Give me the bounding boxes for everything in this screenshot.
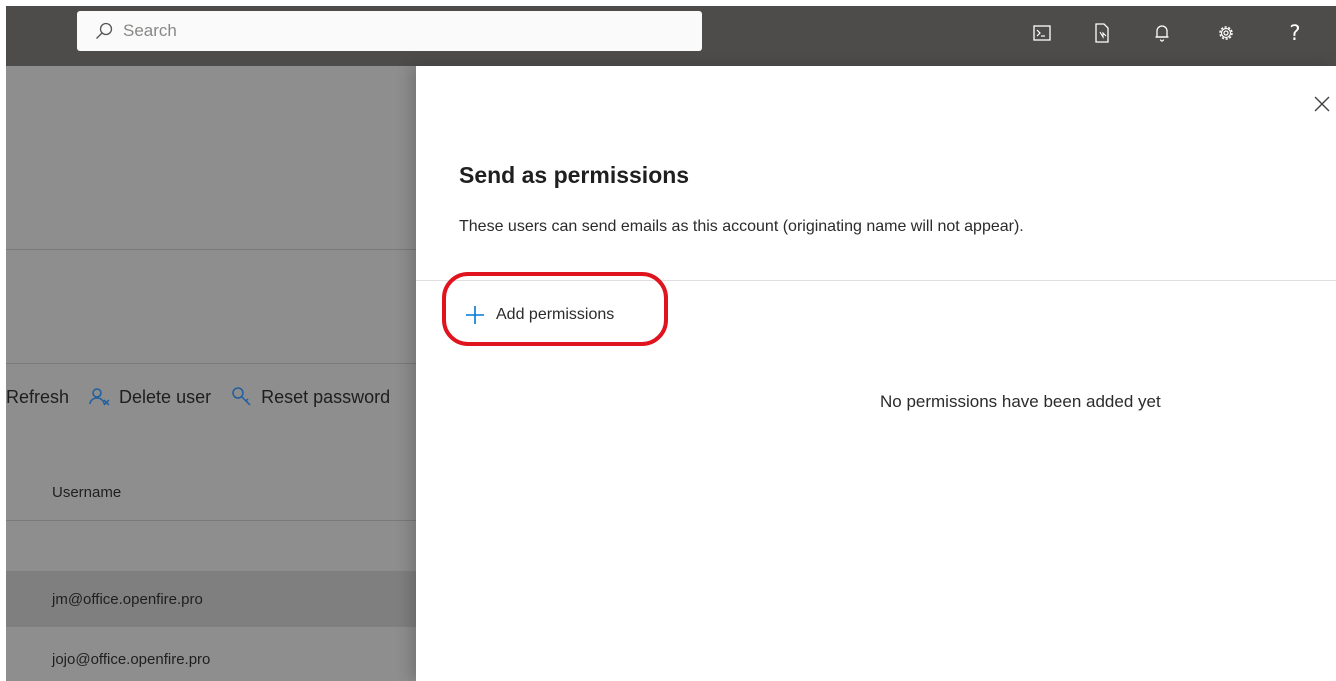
search-input[interactable] — [121, 20, 645, 42]
top-bar: ? — [6, 6, 1336, 66]
plus-icon — [464, 304, 496, 326]
delete-user-icon — [89, 387, 119, 407]
column-header-username[interactable]: Username — [52, 484, 121, 501]
search-box[interactable] — [77, 11, 702, 51]
bell-icon[interactable] — [1151, 22, 1173, 44]
divider — [6, 363, 416, 364]
refresh-button[interactable]: Refresh — [6, 387, 69, 408]
delete-user-button[interactable]: Delete user — [89, 387, 211, 408]
send-as-permissions-panel: Send as permissions These users can send… — [416, 66, 1336, 681]
table-row[interactable]: jojo@office.openfire.pro — [6, 631, 416, 681]
panel-description: These users can send emails as this acco… — [459, 218, 1024, 235]
reset-password-label: Reset password — [261, 386, 391, 407]
add-permissions-label: Add permissions — [496, 306, 615, 323]
divider — [6, 520, 416, 521]
delete-user-label: Delete user — [119, 386, 212, 407]
empty-state-message: No permissions have been added yet — [880, 392, 1161, 411]
terminal-icon[interactable] — [1031, 22, 1053, 44]
search-icon — [95, 22, 113, 40]
gear-icon[interactable] — [1215, 22, 1237, 44]
users-page-background: Refresh Delete user Reset password Usern… — [6, 66, 416, 681]
add-permissions-button[interactable]: Add permissions — [464, 300, 614, 330]
refresh-label: Refresh — [6, 386, 70, 407]
user-toolbar: Refresh Delete user Reset password — [6, 382, 410, 412]
table-row[interactable]: jm@office.openfire.pro — [6, 571, 416, 627]
close-button[interactable] — [1310, 92, 1334, 116]
help-icon[interactable]: ? — [1284, 21, 1306, 45]
panel-title: Send as permissions — [459, 162, 690, 188]
username-cell: jojo@office.openfire.pro — [52, 650, 211, 668]
key-icon — [231, 386, 261, 408]
document-link-icon[interactable] — [1091, 22, 1113, 44]
reset-password-button[interactable]: Reset password — [231, 386, 390, 408]
close-icon — [1313, 95, 1331, 113]
username-cell: jm@office.openfire.pro — [52, 590, 203, 608]
divider — [6, 249, 416, 250]
app-frame: ? Refresh Delete user — [6, 6, 1336, 681]
